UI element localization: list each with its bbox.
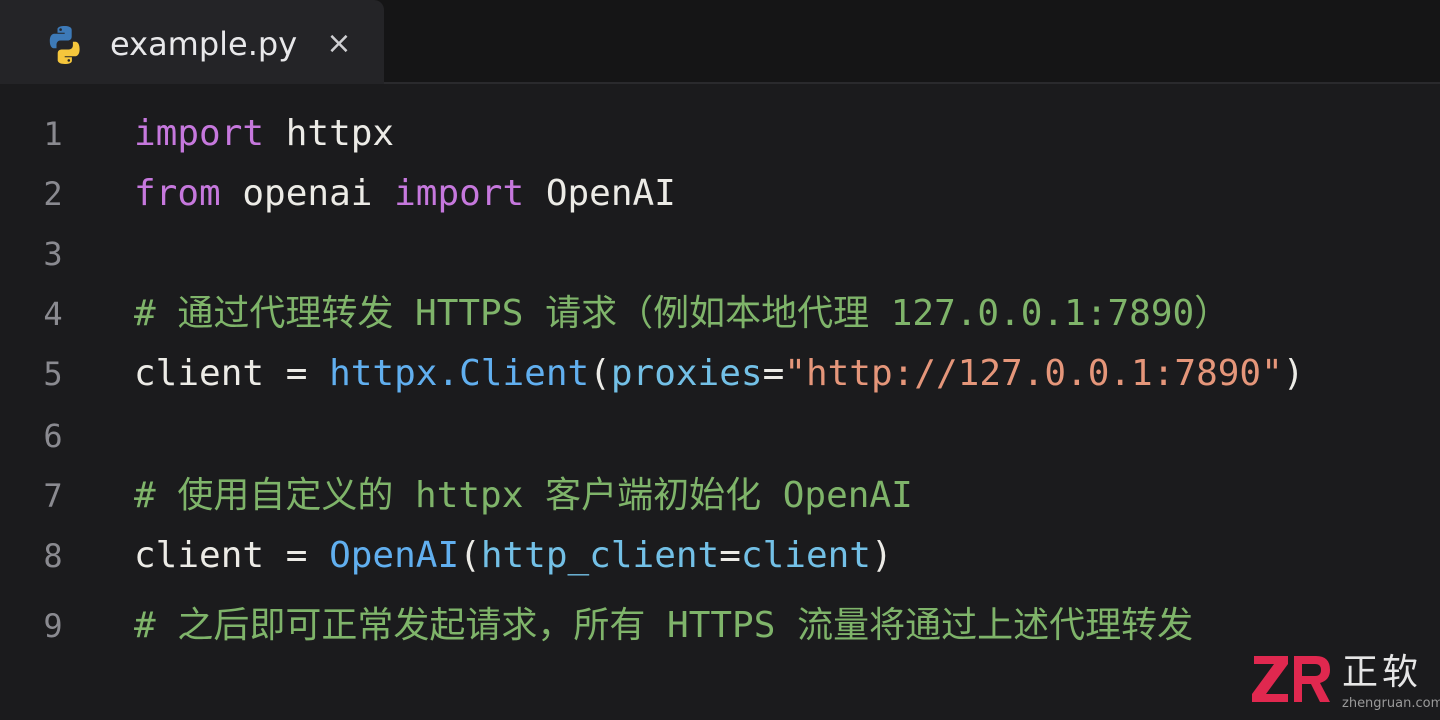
code-line[interactable]: 1 import httpx bbox=[0, 104, 1440, 164]
line-number: 6 bbox=[43, 417, 63, 455]
watermark-url: zhengruan.com bbox=[1342, 696, 1440, 711]
code-token-cm: # 使用自定义的 httpx 客户端初始化 OpenAI bbox=[134, 475, 913, 516]
code-token-plain: httpx bbox=[264, 113, 395, 154]
code-token-plain: ) bbox=[870, 535, 893, 576]
code-text: client = OpenAI(http_client=client) bbox=[134, 526, 893, 586]
python-icon bbox=[44, 24, 86, 66]
code-token-plain: = bbox=[719, 535, 741, 576]
code-token-plain: client = bbox=[134, 353, 330, 394]
code-text: from openai import OpenAI bbox=[134, 164, 676, 224]
code-line[interactable]: 5 client = httpx.Client(proxies="http://1… bbox=[0, 344, 1440, 404]
code-token-fn: OpenAI bbox=[329, 535, 460, 576]
code-line[interactable]: 7 # 使用自定义的 httpx 客户端初始化 OpenAI bbox=[0, 466, 1440, 526]
tab-filename: example.py bbox=[110, 25, 298, 63]
code-line[interactable]: 4 # 通过代理转发 HTTPS 请求（例如本地代理 127.0.0.1:7890… bbox=[0, 284, 1440, 344]
line-number: 4 bbox=[43, 295, 63, 333]
code-text: # 通过代理转发 HTTPS 请求（例如本地代理 127.0.0.1:7890） bbox=[134, 284, 1230, 344]
line-number: 9 bbox=[43, 607, 63, 645]
code-line[interactable]: 3 bbox=[0, 224, 1440, 284]
line-number: 8 bbox=[43, 537, 63, 575]
line-number: 1 bbox=[43, 115, 63, 153]
code-text: import httpx bbox=[134, 104, 394, 164]
close-icon[interactable]: × bbox=[322, 22, 356, 66]
code-token-cm: # 通过代理转发 HTTPS 请求（例如本地代理 127.0.0.1:7890） bbox=[134, 293, 1231, 334]
code-token-plain: OpenAI bbox=[524, 173, 676, 214]
code-token-plain: openai bbox=[220, 173, 395, 214]
watermark-name: 正软 bbox=[1342, 652, 1423, 693]
line-number: 5 bbox=[43, 355, 63, 393]
code-token-plain: ) bbox=[1282, 353, 1305, 394]
code-token-kw: import bbox=[394, 173, 525, 214]
code-token-plain: ( bbox=[589, 353, 611, 394]
line-number: 2 bbox=[43, 175, 63, 213]
line-number: 7 bbox=[43, 477, 63, 515]
line-number: 3 bbox=[43, 235, 63, 273]
code-line[interactable]: 2 from openai import OpenAI bbox=[0, 164, 1440, 224]
code-line[interactable]: 8 client = OpenAI(http_client=client) bbox=[0, 526, 1440, 586]
code-token-fn: httpx.Client bbox=[329, 353, 590, 394]
code-token-str: "http://127.0.0.1:7890" bbox=[784, 353, 1283, 394]
code-token-param: http_client bbox=[480, 535, 720, 576]
code-token-param: client bbox=[740, 535, 871, 576]
code-token-plain: ( bbox=[459, 535, 481, 576]
code-token-kw: import bbox=[134, 113, 265, 154]
code-token-plain: client = bbox=[134, 535, 330, 576]
code-text: # 使用自定义的 httpx 客户端初始化 OpenAI bbox=[134, 466, 913, 526]
code-token-plain: = bbox=[762, 353, 785, 394]
code-editor[interactable]: 1 import httpx 2 from openai import OpenAI 3… bbox=[0, 84, 1440, 720]
tab-bar: example.py × bbox=[0, 0, 1440, 84]
tab-example-py[interactable]: example.py × bbox=[0, 0, 384, 84]
watermark: 正软 zhengruan.com bbox=[1250, 650, 1440, 716]
code-line[interactable]: 6 bbox=[0, 406, 1440, 466]
code-token-param: proxies bbox=[610, 353, 763, 394]
code-text: client = httpx.Client(proxies="http://12… bbox=[134, 344, 1304, 404]
editor-window: example.py × 1 import httpx 2 from openai i… bbox=[0, 0, 1440, 720]
code-text: # 之后即可正常发起请求，所有 HTTPS 流量将通过上述代理转发 bbox=[134, 596, 1193, 656]
code-token-kw: from bbox=[134, 173, 221, 214]
zr-logo-icon bbox=[1250, 650, 1332, 708]
code-token-cm: # 之后即可正常发起请求，所有 HTTPS 流量将通过上述代理转发 bbox=[134, 605, 1194, 646]
code-line[interactable]: 9 # 之后即可正常发起请求，所有 HTTPS 流量将通过上述代理转发 bbox=[0, 596, 1440, 656]
